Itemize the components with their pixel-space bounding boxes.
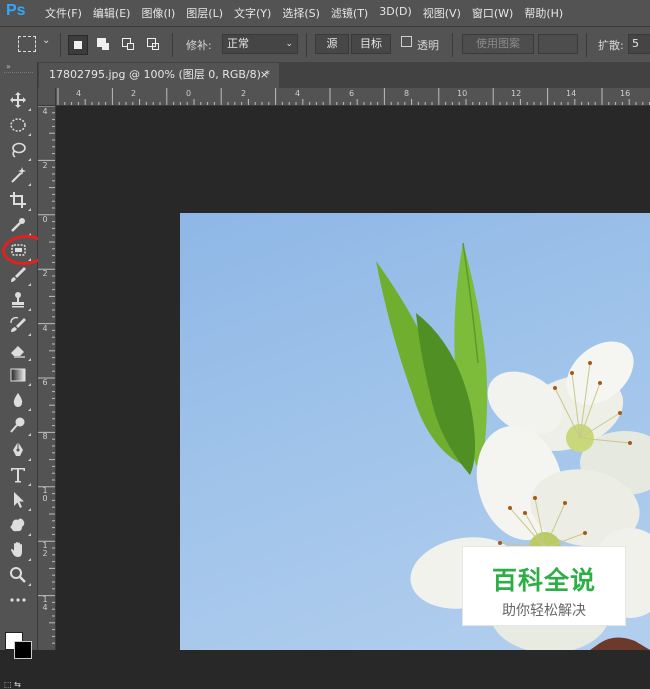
ruler-label: 6 <box>349 89 355 98</box>
ruler-label: 6 <box>42 378 48 387</box>
menu-filter[interactable]: 滤镜(T) <box>331 5 368 21</box>
divider <box>172 33 173 57</box>
menu-layer[interactable]: 图层(L) <box>186 5 223 21</box>
pen-tool-icon[interactable] <box>8 440 31 461</box>
ruler-label: 0 <box>42 215 48 224</box>
new-selection-button[interactable] <box>68 35 88 55</box>
move-tool-icon[interactable] <box>8 90 31 111</box>
ruler-label: 2 <box>42 269 48 278</box>
patch-label: 修补: <box>186 39 212 52</box>
menu-help[interactable]: 帮助(H) <box>524 5 563 21</box>
menu-items: 文件(F) 编辑(E) 图像(I) 图层(L) 文字(Y) 选择(S) 滤镜(T… <box>45 5 574 21</box>
subtract-selection-button[interactable] <box>119 35 137 53</box>
dodge-tool-icon[interactable] <box>8 415 31 436</box>
hand-tool-icon[interactable] <box>8 540 31 561</box>
tools-panel: » ⬚ ⇆ <box>0 62 38 689</box>
menu-type[interactable]: 文字(Y) <box>234 5 271 21</box>
ruler-label: 10 <box>457 89 468 98</box>
menu-view[interactable]: 视图(V) <box>423 5 461 21</box>
divider <box>586 33 587 57</box>
menu-select[interactable]: 选择(S) <box>282 5 320 21</box>
transparent-checkbox[interactable] <box>401 36 412 47</box>
ruler-label: 8 <box>42 432 48 441</box>
intersect-selection-button[interactable] <box>144 35 162 53</box>
menu-file[interactable]: 文件(F) <box>45 5 82 21</box>
chevron-down-icon[interactable]: ⌄ <box>42 35 50 46</box>
patch-mode-value: 正常 <box>227 37 249 50</box>
diffusion-label: 扩散: <box>598 39 624 52</box>
ruler-label: 4 <box>42 107 48 116</box>
ruler-origin[interactable] <box>38 88 56 106</box>
menu-bar: Ps 文件(F) 编辑(E) 图像(I) 图层(L) 文字(Y) 选择(S) 滤… <box>0 0 650 26</box>
ruler-label: 14 <box>42 595 48 612</box>
divider <box>60 33 61 57</box>
patch-mode-select[interactable]: 正常 ⌄ <box>222 34 298 54</box>
options-bar: ⌄ 修补: 正常 ⌄ 源 目标 透明 使用图案 扩散: 5 <box>0 26 650 63</box>
menu-edit[interactable]: 编辑(E) <box>93 5 131 21</box>
background-color-swatch[interactable] <box>14 641 32 659</box>
ruler-label: 4 <box>76 89 82 98</box>
use-pattern-button[interactable]: 使用图案 <box>462 34 534 54</box>
shape-tool-icon[interactable] <box>8 515 31 536</box>
blur-tool-icon[interactable] <box>8 390 31 411</box>
crop-tool-icon[interactable] <box>8 190 31 211</box>
type-tool-icon[interactable] <box>8 465 31 486</box>
divider <box>452 33 453 57</box>
source-button[interactable]: 源 <box>315 34 349 54</box>
ruler-label: 16 <box>620 89 631 98</box>
gradient-tool-icon[interactable] <box>8 365 31 386</box>
tool-preset-icon[interactable] <box>18 36 36 52</box>
eraser-tool-icon[interactable] <box>8 340 31 361</box>
chevron-down-icon: ⌄ <box>285 39 293 49</box>
menu-window[interactable]: 窗口(W) <box>472 5 513 21</box>
document-tab-strip: 17802795.jpg @ 100% (图层 0, RGB/8) * × <box>38 62 650 88</box>
ruler-label: 2 <box>131 89 137 98</box>
diffusion-input[interactable]: 5 <box>628 34 650 54</box>
watermark-subtitle: 助你轻松解决 <box>502 603 586 619</box>
eyedropper-tool-icon[interactable] <box>8 215 31 236</box>
document-tab[interactable]: 17802795.jpg @ 100% (图层 0, RGB/8) * × <box>39 63 279 88</box>
magic-wand-tool-icon[interactable] <box>8 165 31 186</box>
ruler-label: 10 <box>42 486 48 503</box>
menu-3d[interactable]: 3D(D) <box>379 5 412 21</box>
vertical-ruler[interactable]: 4 2 0 2 4 6 8 10 12 14 <box>38 106 56 650</box>
add-selection-button[interactable] <box>94 35 112 53</box>
ruler-label: 0 <box>186 89 192 98</box>
target-button[interactable]: 目标 <box>351 34 391 54</box>
more-tools-icon[interactable] <box>8 590 28 610</box>
pattern-picker[interactable] <box>538 34 578 54</box>
lasso-tool-icon[interactable] <box>8 140 31 161</box>
close-icon[interactable]: × <box>260 63 269 87</box>
brush-tool-icon[interactable] <box>8 265 31 286</box>
ruler-label: 8 <box>404 89 410 98</box>
ruler-label: 14 <box>566 89 577 98</box>
panel-grip[interactable] <box>4 72 33 75</box>
ruler-label: 12 <box>42 541 48 558</box>
document-tab-title: 17802795.jpg @ 100% (图层 0, RGB/8) * <box>49 68 270 81</box>
menu-image[interactable]: 图像(I) <box>141 5 175 21</box>
history-brush-tool-icon[interactable] <box>8 315 31 336</box>
collapse-panel-icon[interactable]: » <box>6 62 11 71</box>
divider <box>306 33 307 57</box>
watermark-title: 百科全说 <box>491 566 596 595</box>
ruler-label: 12 <box>511 89 522 98</box>
zoom-tool-icon[interactable] <box>8 565 31 586</box>
horizontal-ruler[interactable]: 4 2 0 2 4 6 8 10 12 14 16 <box>56 88 650 106</box>
photoshop-logo: Ps <box>6 2 26 19</box>
marquee-tool-icon[interactable] <box>8 115 31 136</box>
ruler-label: 2 <box>42 161 48 170</box>
ruler-label: 2 <box>241 89 247 98</box>
ruler-label: 4 <box>295 89 301 98</box>
transparent-label: 透明 <box>417 39 439 52</box>
swap-colors-icon[interactable]: ⬚ ⇆ <box>4 680 21 689</box>
clone-stamp-tool-icon[interactable] <box>8 290 31 311</box>
ruler-label: 4 <box>42 324 48 333</box>
path-selection-tool-icon[interactable] <box>8 490 31 511</box>
watermark-badge: 百科全说 助你轻松解决 <box>462 546 626 626</box>
